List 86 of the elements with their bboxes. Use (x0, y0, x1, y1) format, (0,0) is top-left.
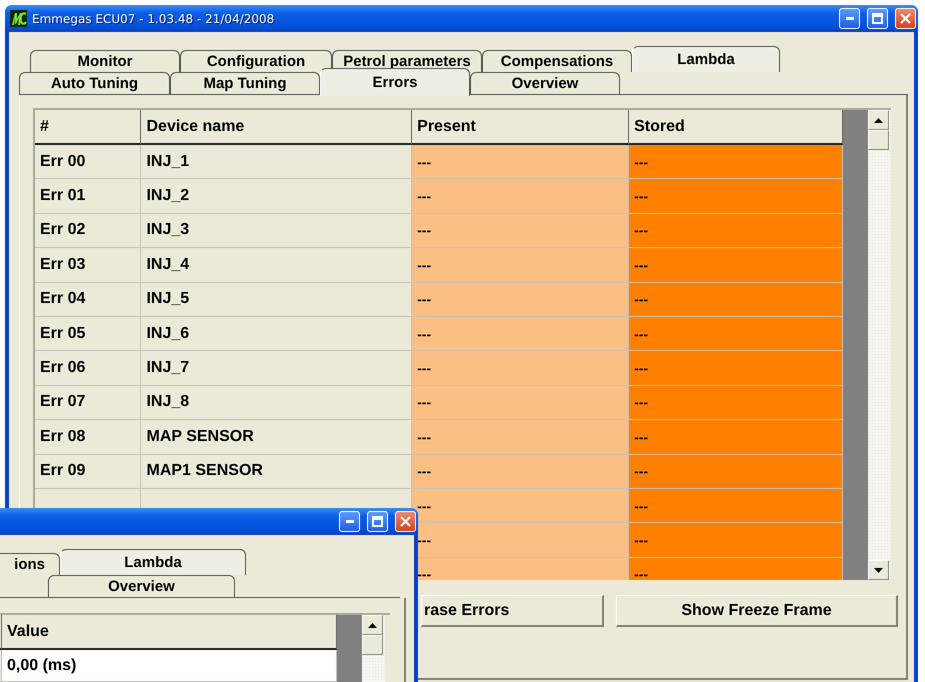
down-arrow-icon (874, 568, 883, 572)
scroll-down-button[interactable] (868, 560, 889, 580)
table-cell: Err 05 (35, 316, 142, 352)
table-cell: --- (629, 316, 843, 352)
app-logo-icon (10, 10, 27, 27)
table-cell: --- (412, 282, 630, 317)
tab[interactable]: Lambda (632, 46, 780, 72)
scrollbar-thumb[interactable] (868, 130, 889, 150)
table-cell: INJ_7 (141, 351, 412, 386)
scrollbar-thumb[interactable] (362, 635, 383, 655)
table-cell: INJ_4 (141, 248, 412, 283)
table-cell: 0,00 (ms) (2, 650, 337, 682)
table-cell: Err 00 (35, 145, 142, 180)
column-header: Present (412, 110, 630, 145)
minimize-button[interactable] (339, 511, 360, 532)
maximize-button[interactable] (367, 511, 388, 532)
close-icon (900, 13, 911, 24)
table-cell: --- (629, 351, 843, 386)
tab[interactable]: Overview (48, 575, 235, 597)
table-cell: --- (412, 214, 630, 248)
table-cell: Err 08 (35, 420, 142, 455)
tab[interactable]: Errors (320, 68, 470, 96)
table-cell: INJ_6 (141, 316, 412, 352)
table-cell: Err 09 (35, 454, 142, 489)
window-title: Emmegas ECU07 - 1.03.48 - 21/04/2008 (32, 12, 276, 26)
button[interactable]: Show Freeze Frame (616, 595, 898, 627)
table-cell: --- (412, 316, 630, 352)
table-cell: INJ_1 (141, 145, 412, 180)
table-cell: --- (412, 420, 630, 455)
table-cell: --- (629, 282, 843, 317)
table-cell: INJ_2 (141, 179, 412, 214)
table-cell: MAP1 SENSOR (141, 454, 412, 489)
column-header: # (35, 110, 142, 145)
table-cell: --- (629, 386, 843, 420)
close-button[interactable] (395, 511, 416, 532)
tab[interactable]: Monitor (30, 50, 180, 72)
button[interactable]: rase Errors (421, 595, 604, 627)
table-cell: --- (629, 214, 843, 248)
table-cell: --- (629, 420, 843, 455)
table-cell: INJ_5 (141, 282, 412, 317)
table-cell: --- (412, 179, 630, 214)
table-cell: Err 06 (35, 351, 142, 386)
table-cell: INJ_8 (141, 386, 412, 420)
table-cell: --- (412, 386, 630, 420)
table-cell: MAP SENSOR (141, 420, 412, 455)
minimize-button[interactable] (839, 8, 860, 29)
up-arrow-icon (874, 118, 883, 122)
scroll-up-button[interactable] (868, 110, 889, 130)
table-cell: --- (629, 558, 843, 580)
tab[interactable]: Overview (470, 72, 620, 94)
table-cell: INJ_3 (141, 214, 412, 248)
maximize-button[interactable] (867, 8, 888, 29)
tab[interactable]: Auto Tuning (19, 72, 170, 94)
table-cell: --- (629, 179, 843, 214)
table-cell: Err 01 (35, 179, 142, 214)
table-cell: --- (629, 454, 843, 489)
table-cell: --- (629, 145, 843, 180)
table-cell: Err 07 (35, 386, 142, 420)
maximize-icon (872, 13, 883, 24)
up-arrow-icon (368, 622, 377, 628)
tab[interactable]: Configuration (180, 50, 332, 72)
scrollbar[interactable] (868, 110, 891, 580)
column-header: Stored (629, 110, 843, 145)
scroll-up-button[interactable] (362, 615, 383, 635)
maximize-icon (372, 516, 383, 527)
tab[interactable]: Compensations (482, 50, 632, 72)
table-cell: Err 04 (35, 282, 142, 317)
table-cell: --- (412, 454, 630, 489)
tab[interactable]: Map Tuning (170, 72, 320, 94)
minimize-icon (346, 520, 354, 523)
close-button[interactable] (895, 8, 916, 29)
close-icon (400, 516, 411, 527)
table-cell: --- (412, 248, 630, 283)
column-header: Value (2, 615, 337, 650)
tab[interactable]: ions (0, 553, 60, 575)
column-header: Device name (141, 110, 412, 145)
table-cell: --- (412, 488, 630, 524)
table-cell: --- (412, 145, 630, 180)
table-cell: Err 02 (35, 214, 142, 248)
table-cell: Err 03 (35, 248, 142, 283)
minimize-icon (846, 17, 854, 20)
table-cell: --- (629, 523, 843, 558)
table-cell: --- (412, 351, 630, 386)
table-cell: --- (629, 488, 843, 524)
tab[interactable]: Lambda (60, 549, 246, 575)
table-cell: --- (629, 248, 843, 283)
